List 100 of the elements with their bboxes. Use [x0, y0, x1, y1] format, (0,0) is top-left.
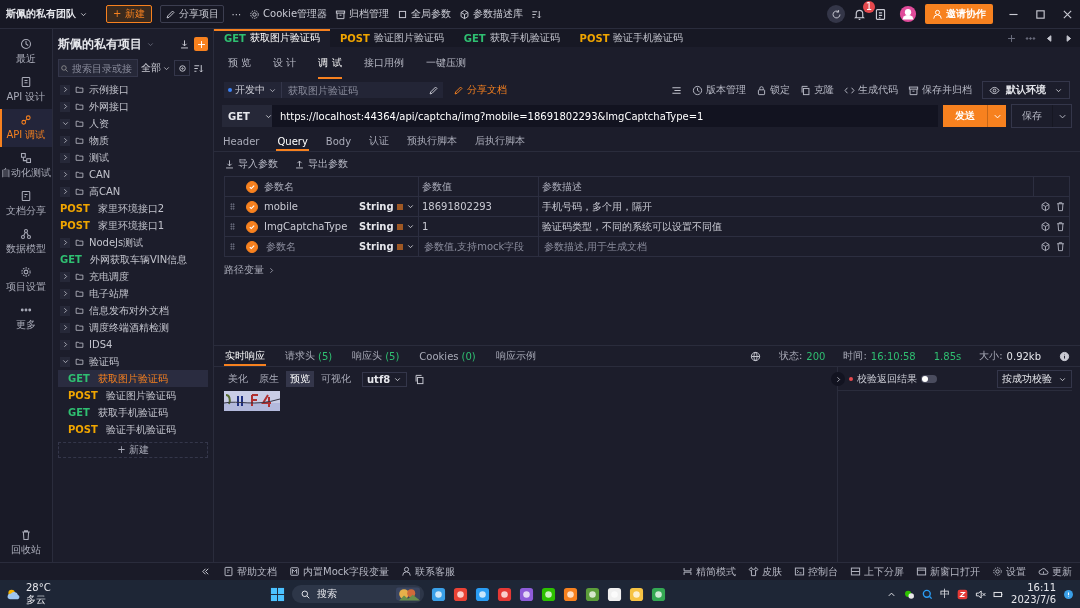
toolbar-button[interactable]: 克隆 [800, 83, 834, 97]
app-icon[interactable] [541, 586, 557, 602]
status-bar-button[interactable]: 皮肤 [748, 564, 782, 579]
menu-icon[interactable] [671, 84, 682, 96]
notes-icon[interactable] [874, 7, 887, 21]
app-icon[interactable] [431, 586, 447, 602]
checkbox[interactable] [246, 220, 258, 233]
import-icon[interactable] [179, 38, 190, 50]
info-icon[interactable] [1059, 350, 1070, 362]
nav-item[interactable]: API 设计 [0, 71, 52, 109]
app-icon[interactable] [629, 586, 645, 602]
status-bar-button[interactable]: 上下分屏 [850, 564, 904, 579]
param-tool-button[interactable]: 导出参数 [294, 157, 348, 171]
request-tab[interactable]: 后执行脚本 [474, 131, 527, 151]
folder-item[interactable]: 人资 [58, 115, 208, 132]
input-field[interactable]: 参数值,支持mock字段 [422, 240, 535, 253]
status-bar-button[interactable]: 联系客服 [401, 564, 456, 579]
checkbox[interactable] [246, 240, 258, 253]
trash-icon[interactable] [1055, 201, 1066, 212]
app-icon[interactable] [651, 586, 667, 602]
app-icon[interactable] [607, 586, 623, 602]
copy-icon[interactable] [414, 373, 426, 385]
file-tab[interactable]: GET 获取手机验证码 [453, 29, 570, 47]
app-icon[interactable] [585, 586, 601, 602]
response-tab[interactable]: Cookies (0) [418, 346, 477, 366]
folder-item[interactable]: 示例接口 [58, 81, 208, 98]
response-tab[interactable]: 响应示例 [494, 346, 537, 366]
avatar[interactable] [899, 5, 917, 23]
windows-logo-icon[interactable] [270, 586, 286, 602]
nav-item[interactable]: 更多 [0, 299, 52, 337]
taskbar-search[interactable]: 搜索 [292, 585, 425, 603]
view-tab[interactable]: 接口用例 [363, 47, 404, 79]
folder-item[interactable]: 验证码 [58, 353, 208, 370]
sort-icon[interactable] [193, 62, 204, 74]
toolbar-button[interactable]: 生成代码 [844, 83, 898, 97]
folder-item[interactable]: 调度终端酒精检测 [58, 319, 208, 336]
response-tab[interactable]: 请求头 (5) [284, 346, 334, 366]
folder-item[interactable]: NodeJs测试 [58, 234, 208, 251]
maximize-icon[interactable] [1034, 7, 1047, 21]
trash-button[interactable]: 回收站 [0, 524, 52, 562]
endpoint-item[interactable]: GET 外网获取车辆VIN信息 [58, 251, 208, 268]
view-tab[interactable]: 调 试 [318, 47, 342, 79]
toggle-switch[interactable] [921, 375, 937, 383]
checkbox[interactable] [246, 180, 258, 193]
project-title[interactable]: 斯佩的私有项目 [58, 35, 142, 53]
endpoint-item[interactable]: POST 家里环境接口1 [58, 217, 208, 234]
view-mode-button[interactable]: 原生 [255, 371, 283, 387]
nav-item[interactable]: 项目设置 [0, 261, 52, 299]
cube-icon[interactable] [1040, 201, 1051, 212]
endpoint-item[interactable]: POST 家里环境接口2 [58, 200, 208, 217]
status-bar-button[interactable]: 新窗口打开 [916, 564, 980, 579]
view-mode-button[interactable]: 可视化 [317, 371, 355, 387]
folder-item[interactable]: 物质 [58, 132, 208, 149]
request-tab[interactable]: 预执行脚本 [406, 131, 459, 151]
endpoint-item[interactable]: POST 验证图片验证码 [58, 387, 208, 404]
team-switcher[interactable]: 斯佩的私有团队 [6, 7, 88, 21]
folder-item[interactable]: 外网接口 [58, 98, 208, 115]
view-mode-button[interactable]: 预览 [286, 371, 314, 387]
nav-item[interactable]: 最近 [0, 33, 52, 71]
status-bar-button[interactable]: 设置 [992, 564, 1026, 579]
folder-item[interactable]: IDS4 [58, 336, 208, 353]
share-doc-link[interactable]: 分享文档 [453, 83, 507, 97]
plus-icon[interactable] [1006, 32, 1017, 44]
status-bar-button[interactable]: 内置Mock字段变量 [289, 564, 390, 579]
toolbar-button[interactable]: 版本管理 [692, 83, 746, 97]
app-icon[interactable] [563, 586, 579, 602]
input-method-indicator[interactable]: 中 [940, 587, 951, 601]
drag-handle-icon[interactable] [228, 242, 237, 251]
file-tab[interactable]: POST 验证手机验证码 [569, 29, 694, 47]
folder-item[interactable]: 电子站牌 [58, 285, 208, 302]
trash-icon[interactable] [1055, 241, 1066, 252]
bell-icon[interactable] [853, 7, 866, 21]
folder-item[interactable]: 充电调度 [58, 268, 208, 285]
share-project-button[interactable]: 分享项目 [159, 5, 224, 23]
locate-button[interactable] [174, 60, 190, 76]
input-field[interactable]: 参数名 [264, 240, 353, 253]
nav-item[interactable]: API 调试 [0, 109, 52, 147]
checkbox[interactable] [246, 200, 258, 213]
menu-item[interactable]: 参数描述库 [459, 7, 524, 21]
menu-item[interactable]: 全局参数 [397, 7, 452, 21]
scroll-left-icon[interactable] [1044, 32, 1055, 44]
method-select[interactable]: GET [222, 105, 272, 127]
toolbar-button[interactable]: 保存并归档 [908, 83, 972, 97]
endpoint-item[interactable]: GET 获取图片验证码 [58, 370, 208, 387]
path-variables-toggle[interactable]: 路径变量 [224, 263, 276, 277]
status-bar-button[interactable]: 控制台 [794, 564, 838, 579]
request-tab[interactable]: Header [222, 131, 261, 151]
view-mode-button[interactable]: 美化 [224, 371, 252, 387]
check-mode-select[interactable]: 按成功校验 [997, 370, 1072, 388]
app-icon[interactable] [519, 586, 535, 602]
nav-item[interactable]: 数据模型 [0, 223, 52, 261]
notification-icon[interactable] [1063, 588, 1074, 600]
folder-item[interactable]: CAN [58, 166, 208, 183]
drag-handle-icon[interactable] [228, 222, 237, 231]
sort-icon[interactable] [531, 8, 543, 20]
folder-item[interactable]: 高CAN [58, 183, 208, 200]
filter-select[interactable]: 全部 [141, 61, 171, 75]
param-tool-button[interactable]: 导入参数 [224, 157, 278, 171]
speaker-muted-icon[interactable] [975, 588, 987, 600]
status-bar-button[interactable]: 精简模式 [682, 564, 736, 579]
